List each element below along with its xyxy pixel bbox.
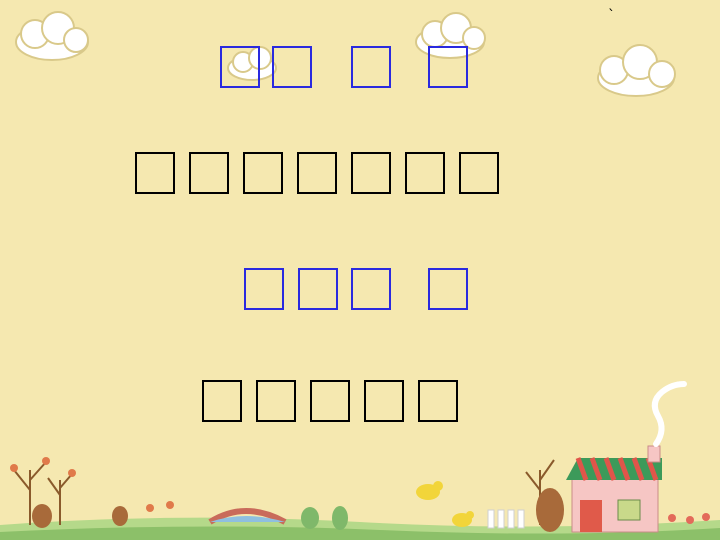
- glyph-box: [243, 152, 283, 194]
- fence: [487, 509, 525, 529]
- glyph-box: [298, 268, 338, 310]
- glyph-box: [272, 46, 312, 88]
- flowers-left: [10, 457, 174, 512]
- glyph-box: [244, 268, 284, 310]
- glyph-box: [310, 380, 350, 422]
- glyph-box: [351, 152, 391, 194]
- slide: ` □□ □ □ □□□□□□□ □□□ □ □□□□□: [0, 0, 720, 540]
- glyph-box: [297, 152, 337, 194]
- bird-upper: [416, 481, 443, 500]
- cloud-left: [15, 11, 89, 61]
- glyph-box: [256, 380, 296, 422]
- glyph-box: [418, 380, 458, 422]
- bird-lower: [452, 511, 474, 527]
- glyph-box: [351, 268, 391, 310]
- bush-right: [536, 488, 564, 532]
- corner-mark: `: [608, 8, 615, 24]
- glyph-box: [459, 152, 499, 194]
- glyph-box: [428, 46, 468, 88]
- glyph-box: [428, 268, 468, 310]
- glyph-box: [364, 380, 404, 422]
- glyph-box: [220, 46, 260, 88]
- glyph-box: [189, 152, 229, 194]
- glyph-box: [202, 380, 242, 422]
- bridge: [208, 508, 287, 525]
- cloud-right: [597, 44, 676, 97]
- house: [566, 381, 687, 533]
- glyph-box: [135, 152, 175, 194]
- glyph-box: [405, 152, 445, 194]
- glyph-box: [351, 46, 391, 88]
